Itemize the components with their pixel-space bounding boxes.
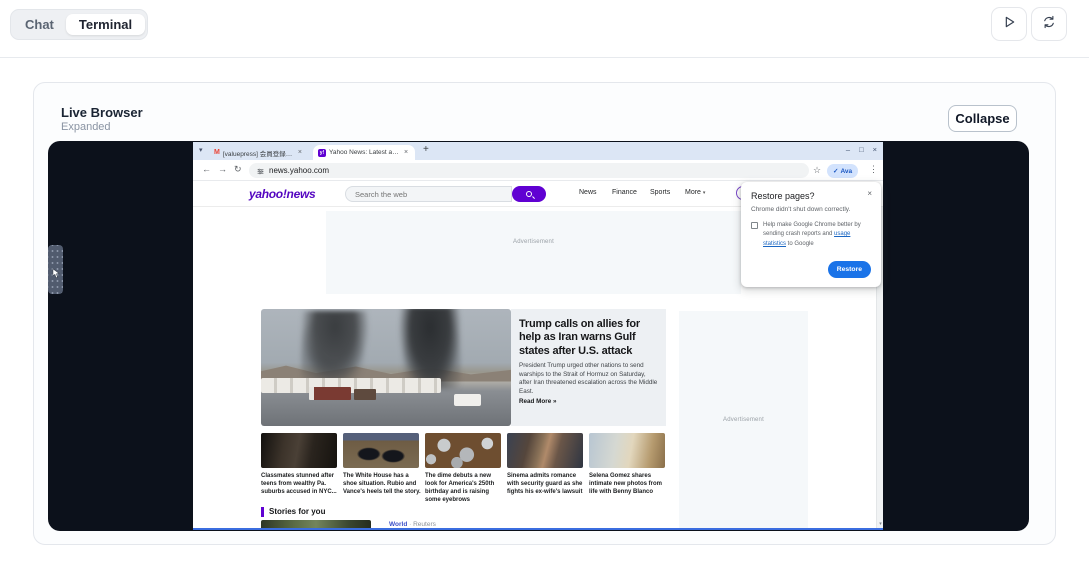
- tab-title: [valuepress] 会員登録完了…: [223, 148, 295, 158]
- stories-for-you-header: Stories for you: [269, 507, 325, 516]
- hero-storage-tanks: [261, 378, 441, 393]
- browser-viewport: ▾ M [valuepress] 会員登録完了… × y! Yahoo News…: [48, 141, 1029, 531]
- refresh-icon: [1041, 14, 1057, 35]
- play-icon: [1001, 14, 1017, 35]
- section-accent-bar: [261, 507, 264, 517]
- chevron-down-icon: ▾: [703, 190, 706, 196]
- browser-tab-strip: ▾ M [valuepress] 会員登録完了… × y! Yahoo News…: [193, 142, 883, 160]
- nav-more[interactable]: More ▾: [685, 189, 705, 196]
- tab-title: Yahoo News: Latest and B…: [329, 149, 401, 156]
- chrome-window: ▾ M [valuepress] 会員登録完了… × y! Yahoo News…: [193, 142, 883, 530]
- search-button[interactable]: [512, 186, 546, 202]
- check-icon: ✓: [833, 167, 838, 175]
- lead-summary: President Trump urged other nations to s…: [519, 362, 658, 396]
- hero-truck: [309, 387, 352, 400]
- close-icon[interactable]: ×: [873, 145, 877, 154]
- hero-smoke-plume: [301, 311, 369, 381]
- nav-news[interactable]: News: [579, 189, 597, 196]
- new-tab-button[interactable]: +: [423, 144, 429, 155]
- story-thumbnail[interactable]: [261, 433, 337, 468]
- search-icon: [526, 191, 532, 197]
- reload-icon[interactable]: ↻: [234, 164, 242, 175]
- story-thumbnail[interactable]: [507, 433, 583, 468]
- hero-van: [454, 394, 482, 406]
- lead-story[interactable]: Trump calls on allies for help as Iran w…: [511, 309, 666, 426]
- cursor-icon: [52, 265, 60, 283]
- story-caption[interactable]: Sinema admits romance with security guar…: [507, 472, 585, 496]
- dialog-close-icon[interactable]: ×: [867, 189, 872, 198]
- story-thumbnail[interactable]: [343, 433, 419, 468]
- nav-sports[interactable]: Sports: [650, 189, 670, 196]
- panel-title: Live Browser: [61, 105, 143, 120]
- forward-icon[interactable]: →: [218, 164, 227, 174]
- ad-label: Advertisement: [723, 417, 764, 423]
- story-caption[interactable]: Selena Gomez shares intimate new photos …: [589, 472, 667, 496]
- right-ad-placeholder: Advertisement: [679, 311, 808, 528]
- url-text: news.yahoo.com: [269, 166, 329, 175]
- story-thumbnail[interactable]: [589, 433, 665, 468]
- address-bar: ← → ↻ news.yahoo.com ☆ ✓ Ava ⋮: [193, 160, 883, 181]
- browser-tab-yahoo-news[interactable]: y! Yahoo News: Latest and B… ×: [313, 145, 415, 160]
- yahoo-favicon-icon: y!: [318, 149, 326, 157]
- refresh-button[interactable]: [1031, 7, 1067, 41]
- story-meta: World · Reuters: [389, 521, 436, 528]
- live-browser-panel: Live Browser Expanded Collapse ▾ M [valu…: [33, 82, 1056, 545]
- topbar-divider: [0, 57, 1089, 58]
- story-thumbnail[interactable]: [425, 433, 501, 468]
- meta-separator: ·: [409, 521, 411, 528]
- story-caption[interactable]: The White House has a shoe situation. Ru…: [343, 472, 421, 496]
- profile-chip[interactable]: ✓ Ava: [827, 164, 858, 178]
- search-input[interactable]: [345, 186, 512, 202]
- tab-close-icon[interactable]: ×: [404, 149, 408, 156]
- checkbox-label: Help make Google Chrome better by sendin…: [763, 221, 865, 249]
- read-more-link[interactable]: Read More »: [519, 398, 658, 405]
- ad-label: Advertisement: [326, 239, 741, 245]
- story-source: Reuters: [413, 521, 436, 528]
- play-button[interactable]: [991, 7, 1027, 41]
- restore-button[interactable]: Restore: [828, 261, 871, 278]
- back-icon[interactable]: ←: [202, 164, 211, 174]
- tab-chat[interactable]: Chat: [13, 14, 66, 35]
- mode-tab-group: Chat Terminal: [10, 9, 148, 40]
- yahoo-news-logo[interactable]: yahoo!news: [249, 187, 315, 201]
- bookmark-star-icon[interactable]: ☆: [813, 165, 821, 176]
- site-settings-icon[interactable]: [257, 162, 264, 180]
- window-controls: – □ ×: [846, 145, 877, 154]
- lead-headline[interactable]: Trump calls on allies for help as Iran w…: [519, 318, 658, 358]
- panel-subtitle: Expanded: [61, 121, 111, 133]
- hero-image[interactable]: [261, 309, 511, 426]
- hero-smoke-plume: [399, 309, 462, 389]
- dialog-message: Chrome didn't shut down correctly.: [751, 206, 871, 213]
- drag-handle[interactable]: [48, 245, 63, 294]
- profile-chip-label: Ava: [840, 168, 852, 175]
- story-caption[interactable]: Classmates stunned after teens from weal…: [261, 472, 339, 496]
- tab-terminal[interactable]: Terminal: [66, 14, 145, 35]
- nav-finance[interactable]: Finance: [612, 189, 637, 196]
- browser-menu-icon[interactable]: ⋮: [869, 164, 878, 175]
- restore-pages-dialog: Restore pages? × Chrome didn't shut down…: [741, 182, 881, 287]
- story-category-link[interactable]: World: [389, 521, 407, 528]
- story-image-partial[interactable]: [261, 520, 371, 528]
- window-bottom-edge: [193, 528, 883, 530]
- dialog-title: Restore pages?: [751, 191, 871, 201]
- scroll-down-icon[interactable]: ▾: [877, 521, 883, 527]
- tab-close-icon[interactable]: ×: [298, 149, 302, 156]
- crash-report-checkbox[interactable]: [751, 222, 758, 229]
- url-field[interactable]: news.yahoo.com: [249, 163, 809, 178]
- maximize-icon[interactable]: □: [859, 145, 864, 154]
- gmail-favicon-icon: M: [214, 149, 220, 156]
- minimize-icon[interactable]: –: [846, 145, 850, 154]
- top-ad-placeholder: Advertisement: [326, 211, 741, 294]
- hero-truck: [354, 389, 377, 401]
- tab-search-chevron-icon[interactable]: ▾: [199, 146, 203, 154]
- collapse-button[interactable]: Collapse: [948, 105, 1017, 132]
- story-caption[interactable]: The dime debuts a new look for America's…: [425, 472, 503, 504]
- browser-tab-gmail[interactable]: M [valuepress] 会員登録完了… ×: [209, 145, 311, 160]
